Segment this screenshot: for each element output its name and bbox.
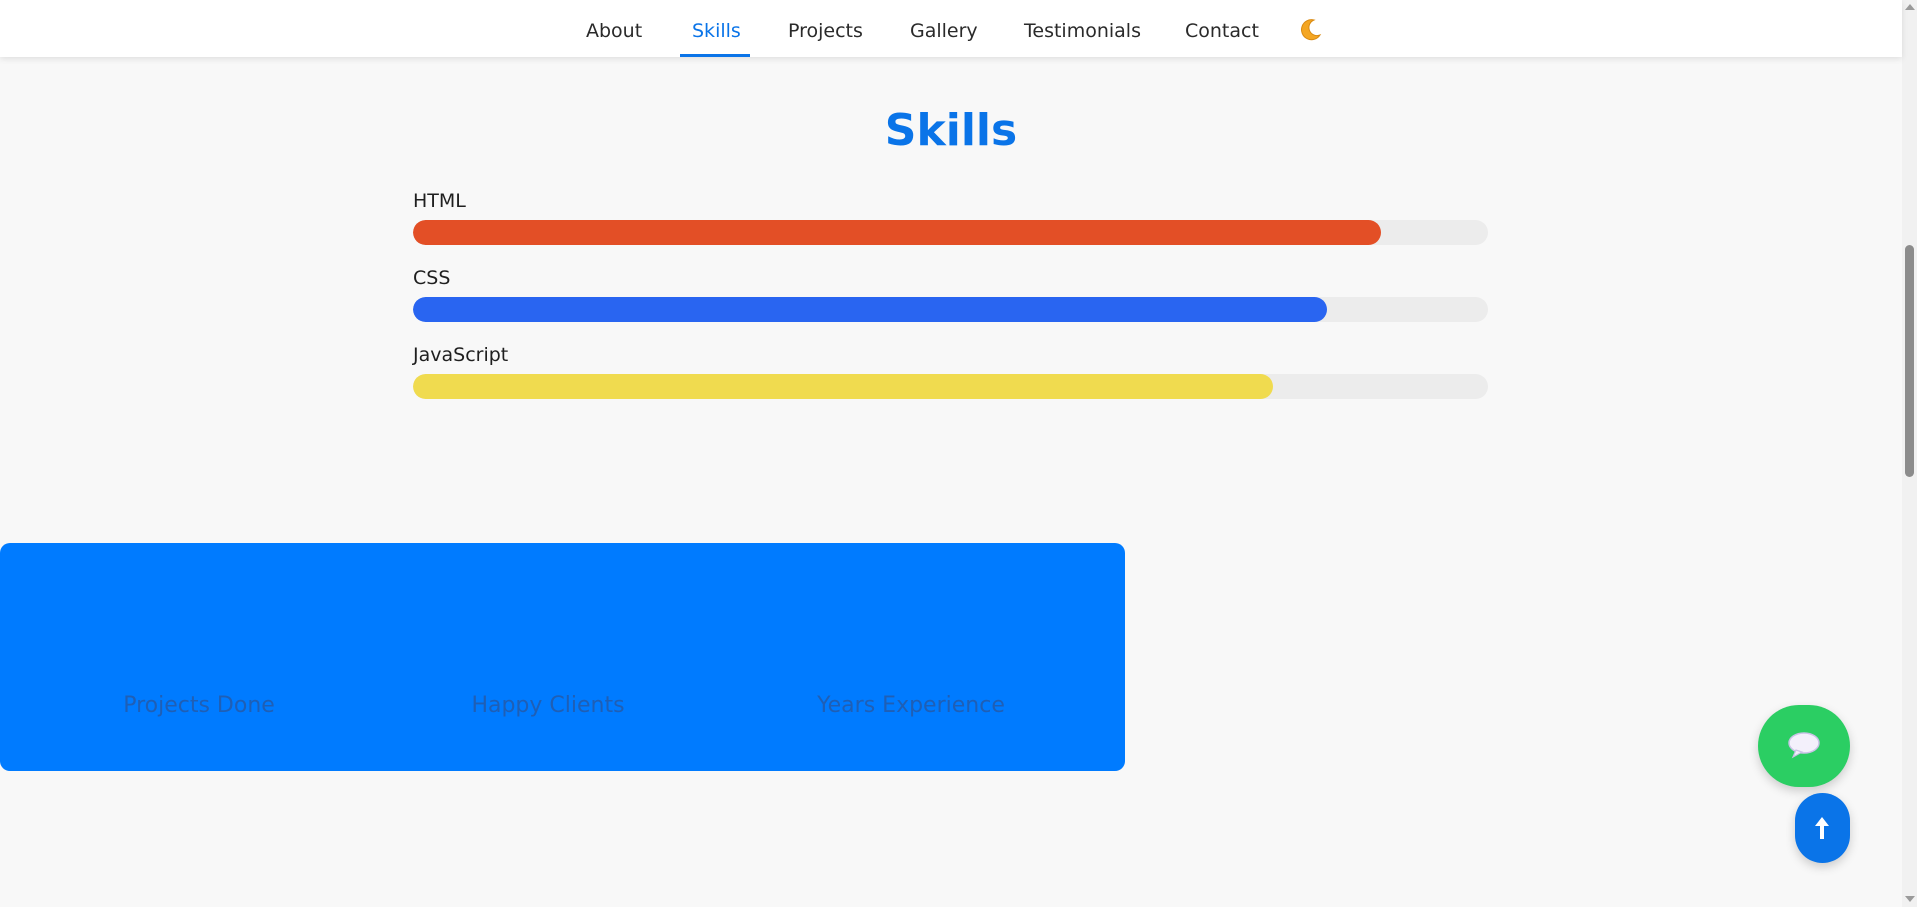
stat-label-happy-clients: Happy Clients <box>471 693 625 718</box>
skill-track-css <box>413 297 1488 322</box>
page-scrollbar[interactable] <box>1902 0 1917 907</box>
stat-label-projects-done: Projects Done <box>123 693 275 718</box>
nav-link-about[interactable]: About <box>586 0 642 57</box>
skill-label-css: CSS <box>413 267 451 289</box>
active-nav-underline <box>680 54 750 57</box>
skill-label-javascript: JavaScript <box>413 344 509 366</box>
skill-bar-css <box>413 297 1327 322</box>
nav-link-gallery[interactable]: Gallery <box>910 0 978 57</box>
back-to-top-button[interactable] <box>1795 793 1850 863</box>
arrow-up-icon <box>1815 817 1829 839</box>
scrollbar-thumb[interactable] <box>1905 245 1914 477</box>
skill-label-html: HTML <box>413 190 466 212</box>
nav-link-projects[interactable]: Projects <box>788 0 863 57</box>
nav-link-contact[interactable]: Contact <box>1185 0 1259 57</box>
stats-panel: Projects Done Happy Clients Years Experi… <box>0 543 1125 771</box>
nav-link-skills[interactable]: Skills <box>692 0 741 57</box>
stat-label-years-experience: Years Experience <box>817 693 1005 718</box>
moon-icon <box>1301 19 1322 41</box>
skill-track-javascript <box>413 374 1488 399</box>
chat-bubble-icon <box>1788 732 1820 759</box>
top-navbar: About Skills Projects Gallery Testimonia… <box>0 0 1902 57</box>
nav-link-testimonials[interactable]: Testimonials <box>1024 0 1141 57</box>
skill-bar-html <box>413 220 1381 245</box>
chat-button[interactable] <box>1758 705 1850 787</box>
page: About Skills Projects Gallery Testimonia… <box>0 0 1917 907</box>
skill-track-html <box>413 220 1488 245</box>
theme-toggle-button[interactable] <box>1297 17 1323 43</box>
scroll-up-arrow-icon[interactable] <box>1905 4 1915 10</box>
skills-heading: Skills <box>884 105 1018 156</box>
scroll-down-arrow-icon[interactable] <box>1905 896 1915 902</box>
skill-bar-javascript <box>413 374 1273 399</box>
